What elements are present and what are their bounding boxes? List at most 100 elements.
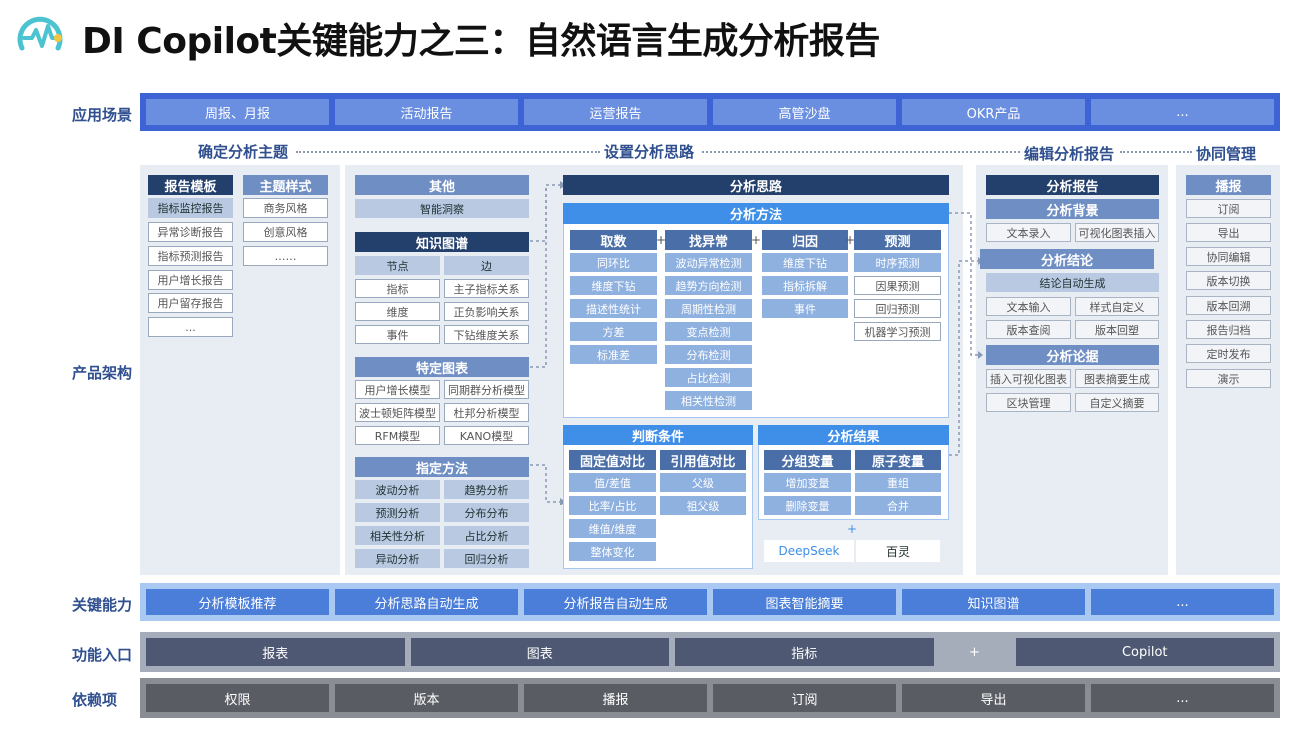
concl-auto[interactable]: 结论自动生成 — [986, 273, 1159, 292]
chart-item[interactable]: 杜邦分析模型 — [444, 403, 529, 422]
key-item[interactable]: 分析模板推荐 — [146, 589, 329, 615]
key-item[interactable]: 分析思路自动生成 — [335, 589, 518, 615]
other-item[interactable]: 智能洞察 — [355, 199, 529, 218]
theme-item[interactable]: 创意风格 — [243, 222, 328, 242]
dep-item[interactable]: 播报 — [524, 684, 707, 712]
entry-copilot[interactable]: Copilot — [1015, 638, 1274, 666]
group-item[interactable]: 维度下钻 — [762, 253, 848, 272]
key-item[interactable]: 分析报告自动生成 — [524, 589, 707, 615]
scene-item[interactable]: ... — [1091, 99, 1274, 125]
collab-item[interactable]: 协同编辑 — [1186, 247, 1271, 266]
collab-item[interactable]: 演示 — [1186, 369, 1271, 388]
kg-item[interactable]: 边 — [444, 256, 529, 275]
group-item[interactable]: 事件 — [762, 299, 848, 318]
template-item[interactable]: ... — [148, 317, 233, 337]
entry-item[interactable]: 指标 — [675, 638, 934, 666]
cond-item[interactable]: 值/差值 — [569, 473, 656, 492]
template-item[interactable]: 指标监控报告 — [148, 198, 233, 218]
template-item[interactable]: 异常诊断报告 — [148, 222, 233, 242]
kg-item[interactable]: 指标 — [355, 279, 440, 298]
group-item[interactable]: 波动异常检测 — [665, 253, 752, 272]
group-item[interactable]: 回归预测 — [854, 299, 941, 318]
res-item[interactable]: 删除变量 — [764, 496, 851, 515]
cond-item[interactable]: 祖父级 — [660, 496, 746, 515]
evid-item[interactable]: 自定义摘要 — [1075, 393, 1159, 412]
template-item[interactable]: 用户增长报告 — [148, 270, 233, 290]
template-item[interactable]: 指标预测报告 — [148, 246, 233, 266]
group-item[interactable]: 周期性检测 — [665, 299, 752, 318]
group-item[interactable]: 维度下钻 — [570, 276, 657, 295]
group-item[interactable]: 趋势方向检测 — [665, 276, 752, 295]
chart-item[interactable]: 用户增长模型 — [355, 380, 440, 399]
chart-item[interactable]: 波士顿矩阵模型 — [355, 403, 440, 422]
kg-item[interactable]: 节点 — [355, 256, 440, 275]
bg-item[interactable]: 可视化图表插入 — [1075, 223, 1159, 242]
group-item[interactable]: 机器学习预测 — [854, 322, 941, 341]
scene-item[interactable]: 运营报告 — [524, 99, 707, 125]
kg-item[interactable]: 正负影响关系 — [444, 302, 529, 321]
group-item[interactable]: 方差 — [570, 322, 657, 341]
key-item[interactable]: ... — [1091, 589, 1274, 615]
model-bailing[interactable]: 百灵 — [856, 540, 940, 562]
template-item[interactable]: 用户留存报告 — [148, 293, 233, 313]
dep-item[interactable]: 导出 — [902, 684, 1085, 712]
key-item[interactable]: 知识图谱 — [902, 589, 1085, 615]
res-item[interactable]: 合并 — [855, 496, 941, 515]
key-item[interactable]: 图表智能摘要 — [713, 589, 896, 615]
collab-item[interactable]: 导出 — [1186, 223, 1271, 242]
dep-item[interactable]: 订阅 — [713, 684, 896, 712]
entry-item[interactable]: 报表 — [146, 638, 405, 666]
chart-item[interactable]: 同期群分析模型 — [444, 380, 529, 399]
group-item[interactable]: 相关性检测 — [665, 391, 752, 410]
method-item[interactable]: 分布分布 — [444, 503, 529, 522]
group-item[interactable]: 标准差 — [570, 345, 657, 364]
method-item[interactable]: 回归分析 — [444, 549, 529, 568]
concl-item[interactable]: 文本输入 — [986, 297, 1071, 316]
dep-item[interactable]: 权限 — [146, 684, 329, 712]
scene-item[interactable]: 活动报告 — [335, 99, 518, 125]
cond-item[interactable]: 父级 — [660, 473, 746, 492]
collab-item[interactable]: 定时发布 — [1186, 344, 1271, 363]
method-item[interactable]: 异动分析 — [355, 549, 440, 568]
method-item[interactable]: 趋势分析 — [444, 480, 529, 499]
group-item[interactable]: 描述性统计 — [570, 299, 657, 318]
cond-item[interactable]: 维值/维度 — [569, 519, 656, 538]
entry-item[interactable]: 图表 — [410, 638, 669, 666]
method-item[interactable]: 预测分析 — [355, 503, 440, 522]
concl-item[interactable]: 版本查阅 — [986, 320, 1071, 339]
kg-item[interactable]: 主子指标关系 — [444, 279, 529, 298]
group-item[interactable]: 分布检测 — [665, 345, 752, 364]
scene-item[interactable]: 周报、月报 — [146, 99, 329, 125]
evid-item[interactable]: 插入可视化图表 — [986, 369, 1071, 388]
method-item[interactable]: 波动分析 — [355, 480, 440, 499]
scene-item[interactable]: OKR产品 — [902, 99, 1085, 125]
theme-item[interactable]: …… — [243, 246, 328, 266]
group-item[interactable]: 变点检测 — [665, 322, 752, 341]
model-deepseek[interactable]: DeepSeek — [764, 540, 854, 562]
cond-item[interactable]: 比率/占比 — [569, 496, 656, 515]
dep-item[interactable]: 版本 — [335, 684, 518, 712]
method-item[interactable]: 相关性分析 — [355, 526, 440, 545]
scene-item[interactable]: 高管沙盘 — [713, 99, 896, 125]
dep-item[interactable]: ... — [1091, 684, 1274, 712]
group-item[interactable]: 同环比 — [570, 253, 657, 272]
collab-item[interactable]: 报告归档 — [1186, 320, 1271, 339]
res-item[interactable]: 增加变量 — [764, 473, 851, 492]
chart-item[interactable]: KANO模型 — [444, 426, 529, 445]
collab-item[interactable]: 版本回溯 — [1186, 296, 1271, 315]
group-item[interactable]: 时序预测 — [854, 253, 941, 272]
bg-item[interactable]: 文本录入 — [986, 223, 1071, 242]
cond-item[interactable]: 整体变化 — [569, 542, 656, 561]
res-item[interactable]: 重组 — [855, 473, 941, 492]
chart-item[interactable]: RFM模型 — [355, 426, 440, 445]
evid-item[interactable]: 图表摘要生成 — [1075, 369, 1159, 388]
kg-item[interactable]: 事件 — [355, 325, 440, 344]
kg-item[interactable]: 下钻维度关系 — [444, 325, 529, 344]
method-item[interactable]: 占比分析 — [444, 526, 529, 545]
theme-item[interactable]: 商务风格 — [243, 198, 328, 218]
collab-item[interactable]: 版本切换 — [1186, 271, 1271, 290]
group-item[interactable]: 因果预测 — [854, 276, 941, 295]
collab-item[interactable]: 订阅 — [1186, 199, 1271, 218]
group-item[interactable]: 占比检测 — [665, 368, 752, 387]
concl-item[interactable]: 样式自定义 — [1075, 297, 1159, 316]
